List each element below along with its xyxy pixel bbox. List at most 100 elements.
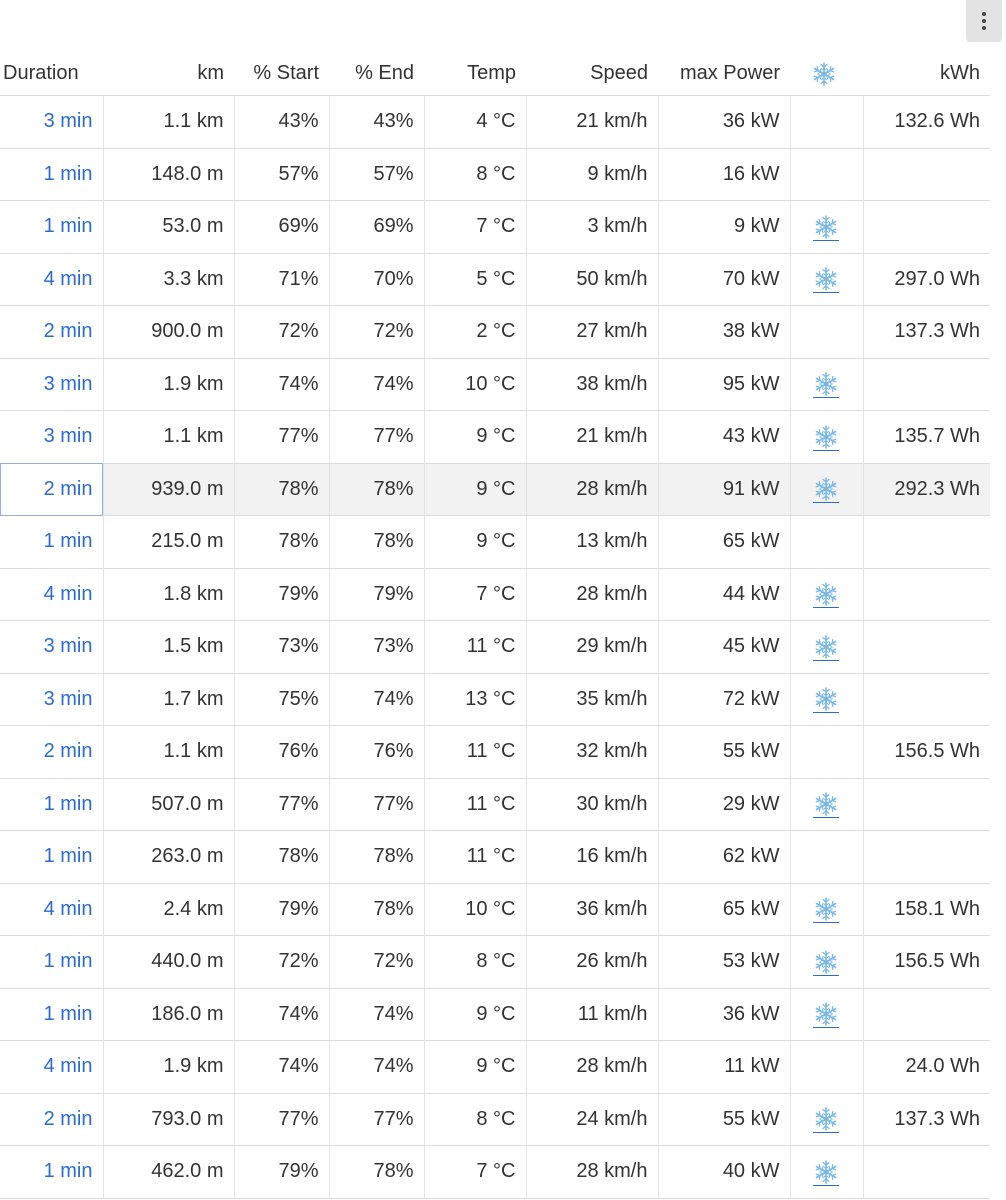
duration-cell[interactable]: 2 min xyxy=(0,305,104,359)
duration-cell[interactable]: 1 min xyxy=(0,1145,104,1199)
table-row[interactable]: 1 min 263.0 m 78% 78% 11 °C 16 km/h 62 k… xyxy=(0,830,990,884)
distance-cell: 462.0 m xyxy=(103,1145,235,1199)
duration-cell[interactable]: 4 min xyxy=(0,253,104,306)
table-row[interactable]: 1 min 462.0 m 79% 78% 7 °C 28 km/h 40 kW xyxy=(0,1145,990,1199)
temperature-cell: 8 °C xyxy=(424,148,527,201)
climate-cell xyxy=(790,305,864,359)
table-row[interactable]: 2 min 900.0 m 72% 72% 2 °C 27 km/h 38 kW… xyxy=(0,305,990,359)
climate-cell xyxy=(790,148,864,201)
table-row[interactable]: 4 min 3.3 km 71% 70% 5 °C 50 km/h 70 kW xyxy=(0,253,990,306)
snowflake-icon[interactable] xyxy=(811,634,841,661)
speed-cell: 26 km/h xyxy=(526,935,659,989)
table-row[interactable]: 3 min 1.1 km 77% 77% 9 °C 21 km/h 43 kW xyxy=(0,410,990,464)
column-header-climate[interactable] xyxy=(790,52,863,96)
distance-cell: 1.1 km xyxy=(103,410,235,464)
max-power-cell: 11 kW xyxy=(658,1040,791,1094)
speed-cell: 28 km/h xyxy=(526,463,659,516)
climate-cell xyxy=(790,620,864,674)
snowflake-icon[interactable] xyxy=(811,896,841,924)
table-row[interactable]: 2 min 939.0 m 78% 78% 9 °C 28 km/h 91 kW xyxy=(0,463,990,516)
temperature-cell: 9 °C xyxy=(424,463,527,516)
table-row[interactable]: 1 min 507.0 m 77% 77% 11 °C 30 km/h 29 k… xyxy=(0,778,990,831)
table-row[interactable]: 1 min 53.0 m 69% 69% 7 °C 3 km/h 9 kW xyxy=(0,200,990,254)
climate-cell xyxy=(790,200,864,254)
duration-cell[interactable]: 4 min xyxy=(0,568,104,621)
table-row[interactable]: 1 min 148.0 m 57% 57% 8 °C 9 km/h 16 kW xyxy=(0,148,990,201)
start-soc-cell: 72% xyxy=(234,305,330,359)
duration-cell[interactable]: 1 min xyxy=(0,935,104,989)
distance-cell: 148.0 m xyxy=(103,148,235,201)
max-power-cell: 53 kW xyxy=(658,935,791,989)
snowflake-icon[interactable] xyxy=(811,686,841,714)
climate-cell xyxy=(790,1145,864,1199)
table-header-row: Duration km % Start % End Temp Speed max… xyxy=(0,52,990,96)
column-header-km[interactable]: km xyxy=(103,52,234,96)
duration-cell[interactable]: 3 min xyxy=(0,358,104,411)
energy-cell xyxy=(863,1145,990,1199)
table-row[interactable]: 2 min 793.0 m 77% 77% 8 °C 24 km/h 55 kW xyxy=(0,1093,990,1146)
duration-cell[interactable]: 3 min xyxy=(0,620,104,674)
more-options-button[interactable] xyxy=(966,0,1002,42)
energy-cell xyxy=(863,988,990,1041)
end-soc-cell: 57% xyxy=(329,148,425,201)
table-row[interactable]: 3 min 1.5 km 73% 73% 11 °C 29 km/h 45 kW xyxy=(0,620,990,674)
column-header-end[interactable]: % End xyxy=(329,52,424,96)
snowflake-icon[interactable] xyxy=(811,371,841,399)
table-row[interactable]: 4 min 2.4 km 79% 78% 10 °C 36 km/h 65 kW xyxy=(0,883,990,936)
table-row[interactable]: 4 min 1.8 km 79% 79% 7 °C 28 km/h 44 kW xyxy=(0,568,990,621)
max-power-cell: 43 kW xyxy=(658,410,791,464)
snowflake-icon[interactable] xyxy=(811,1159,841,1186)
speed-cell: 50 km/h xyxy=(526,253,659,306)
table-row[interactable]: 3 min 1.1 km 43% 43% 4 °C 21 km/h 36 kW … xyxy=(0,95,990,149)
column-header-start[interactable]: % Start xyxy=(234,52,329,96)
column-header-kwh[interactable]: kWh xyxy=(863,52,990,96)
max-power-cell: 70 kW xyxy=(658,253,791,306)
duration-cell[interactable]: 1 min xyxy=(0,515,104,569)
duration-cell[interactable]: 1 min xyxy=(0,200,104,254)
snowflake-icon[interactable] xyxy=(811,1106,841,1134)
start-soc-cell: 57% xyxy=(234,148,330,201)
table-row[interactable]: 1 min 215.0 m 78% 78% 9 °C 13 km/h 65 kW xyxy=(0,515,990,569)
duration-cell[interactable]: 2 min xyxy=(0,1093,104,1146)
snowflake-icon[interactable] xyxy=(811,266,841,294)
speed-cell: 21 km/h xyxy=(526,95,659,149)
column-header-max-power[interactable]: max Power xyxy=(658,52,790,96)
table-row[interactable]: 2 min 1.1 km 76% 76% 11 °C 32 km/h 55 kW… xyxy=(0,725,990,779)
duration-cell[interactable]: 3 min xyxy=(0,410,104,464)
column-header-speed[interactable]: Speed xyxy=(526,52,658,96)
snowflake-icon[interactable] xyxy=(811,1001,841,1029)
snowflake-icon[interactable] xyxy=(811,581,841,609)
duration-cell[interactable]: 1 min xyxy=(0,830,104,884)
duration-cell[interactable]: 1 min xyxy=(0,148,104,201)
table-row[interactable]: 3 min 1.9 km 74% 74% 10 °C 38 km/h 95 kW xyxy=(0,358,990,411)
snowflake-icon[interactable] xyxy=(811,791,841,819)
duration-cell[interactable]: 3 min xyxy=(0,673,104,726)
duration-cell[interactable]: 2 min xyxy=(0,463,104,516)
duration-cell[interactable]: 4 min xyxy=(0,883,104,936)
table-row[interactable]: 1 min 186.0 m 74% 74% 9 °C 11 km/h 36 kW xyxy=(0,988,990,1041)
climate-cell xyxy=(790,778,864,831)
snowflake-icon[interactable] xyxy=(811,949,841,976)
temperature-cell: 7 °C xyxy=(424,200,527,254)
table-row[interactable]: 3 min 1.7 km 75% 74% 13 °C 35 km/h 72 kW xyxy=(0,673,990,726)
duration-cell[interactable]: 3 min xyxy=(0,95,104,149)
end-soc-cell: 74% xyxy=(329,358,425,411)
snowflake-icon[interactable] xyxy=(811,214,841,241)
snowflake-icon[interactable] xyxy=(811,476,841,504)
distance-cell: 939.0 m xyxy=(103,463,235,516)
energy-cell: 297.0 Wh xyxy=(863,253,990,306)
energy-cell: 132.6 Wh xyxy=(863,95,990,149)
duration-cell[interactable]: 2 min xyxy=(0,725,104,779)
duration-cell[interactable]: 1 min xyxy=(0,778,104,831)
climate-cell xyxy=(790,830,864,884)
duration-cell[interactable]: 4 min xyxy=(0,1040,104,1094)
column-header-duration[interactable]: Duration xyxy=(0,52,103,96)
table-row[interactable]: 1 min 440.0 m 72% 72% 8 °C 26 km/h 53 kW xyxy=(0,935,990,989)
duration-cell[interactable]: 1 min xyxy=(0,988,104,1041)
max-power-cell: 36 kW xyxy=(658,95,791,149)
temperature-cell: 10 °C xyxy=(424,358,527,411)
column-header-temp[interactable]: Temp xyxy=(424,52,526,96)
table-row[interactable]: 4 min 1.9 km 74% 74% 9 °C 28 km/h 11 kW … xyxy=(0,1040,990,1094)
distance-cell: 1.9 km xyxy=(103,358,235,411)
snowflake-icon[interactable] xyxy=(811,424,841,451)
